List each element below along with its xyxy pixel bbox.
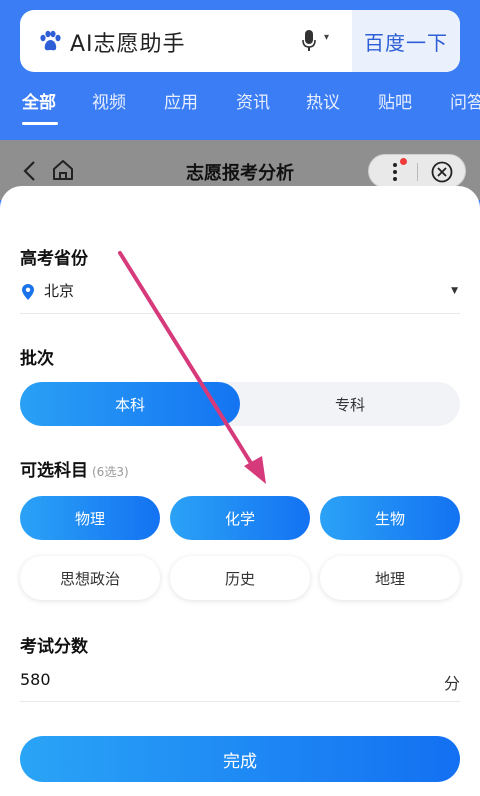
score-unit: 分 (443, 674, 460, 693)
tab-apps[interactable]: 应用 (164, 88, 198, 113)
chevron-down-icon: ▼ (451, 286, 458, 296)
subjects-hint: (6选3) (92, 465, 129, 479)
subject-chip-physics[interactable]: 物理 (20, 496, 160, 540)
province-select[interactable]: 北京 ▼ (20, 280, 460, 314)
tab-discussion[interactable]: 热议 (306, 88, 340, 113)
tab-all[interactable]: 全部 (22, 88, 56, 113)
notification-dot (400, 158, 407, 165)
search-input[interactable]: AI志愿助手 ▾ (20, 10, 332, 72)
voice-dropdown-icon[interactable]: ▾ (324, 32, 329, 43)
tab-video[interactable]: 视频 (92, 88, 126, 113)
batch-segmented-control: 本科 专科 (20, 382, 460, 426)
province-value: 北京 (44, 282, 75, 300)
tab-qa[interactable]: 问答 (450, 88, 480, 113)
score-label: 考试分数 (20, 637, 88, 657)
capsule-divider (417, 163, 418, 181)
batch-option-junior-college[interactable]: 专科 (240, 382, 460, 426)
subjects-label: 可选科目 (6选3) (20, 456, 129, 481)
subjects-label-text: 可选科目 (20, 461, 88, 481)
score-input[interactable]: 580 分 (20, 666, 460, 702)
submit-button[interactable]: 完成 (20, 736, 460, 782)
search-query-text: AI志愿助手 (70, 32, 186, 57)
tab-tieba[interactable]: 贴吧 (378, 88, 412, 113)
batch-option-undergrad[interactable]: 本科 (20, 382, 240, 426)
volunteer-form-sheet: 高考省份 北京 ▼ 批次 本科 专科 可选科目 (6选3) 物理 化学 生物 思想… (0, 186, 480, 796)
score-value: 580 (20, 670, 51, 689)
capsule-menu (368, 154, 466, 188)
browser-header: AI志愿助手 ▾ 百度一下 全部 视频 应用 资讯 热议 贴吧 问答 (0, 0, 480, 140)
subject-chip-geography[interactable]: 地理 (320, 556, 460, 600)
location-pin-icon (22, 284, 34, 300)
subject-chip-history[interactable]: 历史 (170, 556, 310, 600)
active-tab-indicator (22, 122, 58, 125)
microphone-icon[interactable] (302, 30, 316, 52)
more-icon[interactable] (393, 162, 397, 182)
search-bar: AI志愿助手 ▾ 百度一下 (20, 10, 460, 72)
search-tabs: 全部 视频 应用 资讯 热议 贴吧 问答 (0, 84, 480, 120)
baidu-paw-icon (40, 30, 61, 51)
province-label: 高考省份 (20, 249, 88, 269)
subject-chip-politics[interactable]: 思想政治 (20, 556, 160, 600)
close-icon[interactable] (431, 161, 453, 183)
batch-label: 批次 (20, 349, 54, 369)
tab-news[interactable]: 资讯 (236, 88, 270, 113)
subject-chip-chemistry[interactable]: 化学 (170, 496, 310, 540)
subject-chip-biology[interactable]: 生物 (320, 496, 460, 540)
search-button[interactable]: 百度一下 (352, 10, 460, 72)
